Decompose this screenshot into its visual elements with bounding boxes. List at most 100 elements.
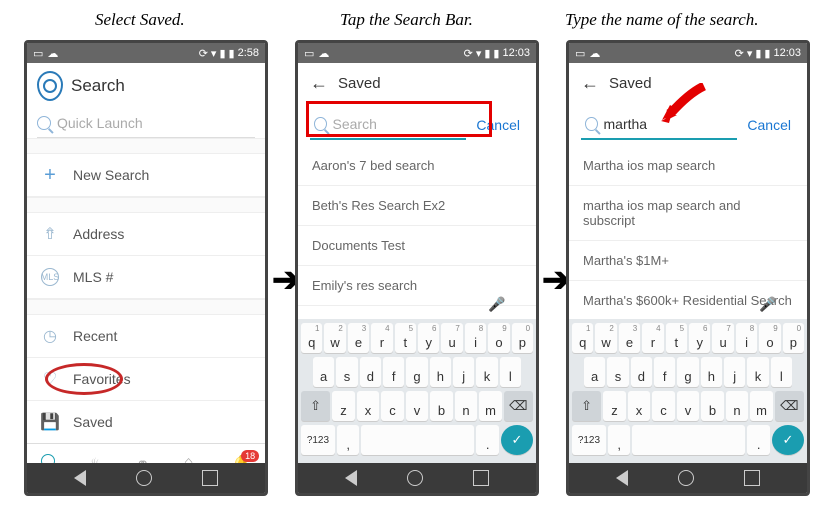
key-t[interactable]: 5t [666,323,687,353]
key-e[interactable]: 3e [348,323,369,353]
key-q[interactable]: 1q [301,323,322,353]
key-z[interactable]: z [603,391,626,421]
key-w[interactable]: 2w [595,323,616,353]
key-symbols[interactable]: ?123 [301,425,335,455]
key-k[interactable]: k [747,357,768,387]
key-h[interactable]: h [430,357,451,387]
result-item[interactable]: Martha ios map search [569,146,807,186]
key-r[interactable]: 4r [642,323,663,353]
nav-bell-icon[interactable]: 🔔18 [231,454,251,464]
key-u[interactable]: 7u [441,323,462,353]
key-m[interactable]: m [750,391,773,421]
key-c[interactable]: c [652,391,675,421]
key-e[interactable]: 3e [619,323,640,353]
key-z[interactable]: z [332,391,355,421]
result-item[interactable]: martha ios map search and subscript [569,186,807,241]
key-i[interactable]: 8i [736,323,757,353]
key-c[interactable]: c [381,391,404,421]
key-d[interactable]: d [631,357,652,387]
key-i[interactable]: 8i [465,323,486,353]
menu-favorites[interactable]: ♡ Favorites [27,358,265,401]
key-b[interactable]: b [430,391,453,421]
nav-back[interactable] [74,470,86,486]
menu-saved[interactable]: 💾 Saved [27,401,265,443]
result-item[interactable]: Aaron's 7 bed search [298,146,536,186]
mic-icon[interactable]: 🎤 [759,296,776,313]
back-arrow-icon[interactable]: ← [581,73,599,94]
key-y[interactable]: 6y [418,323,439,353]
key-l[interactable]: l [771,357,792,387]
key-t[interactable]: 5t [395,323,416,353]
nav-flame-icon[interactable]: ♨ [88,454,108,464]
key-r[interactable]: 4r [371,323,392,353]
key-y[interactable]: 6y [689,323,710,353]
nav-recent[interactable] [473,470,489,486]
key-a[interactable]: a [584,357,605,387]
nav-recent[interactable] [202,470,218,486]
key-g[interactable]: g [677,357,698,387]
key-g[interactable]: g [406,357,427,387]
key-h[interactable]: h [701,357,722,387]
result-item[interactable]: Beth's Res Search Ex2 [298,186,536,226]
key-period[interactable]: . [476,425,499,455]
nav-recent[interactable] [744,470,760,486]
key-p[interactable]: 0p [512,323,533,353]
key-p[interactable]: 0p [783,323,804,353]
nav-home[interactable] [678,470,694,486]
key-o[interactable]: 9o [759,323,780,353]
key-d[interactable]: d [360,357,381,387]
menu-new-search[interactable]: + New Search [27,154,265,197]
key-period[interactable]: . [747,425,770,455]
key-j[interactable]: j [453,357,474,387]
key-l[interactable]: l [500,357,521,387]
key-enter[interactable]: ✓ [501,425,533,455]
key-o[interactable]: 9o [488,323,509,353]
key-space[interactable] [361,425,474,455]
menu-address[interactable]: ⇮ Address [27,213,265,256]
key-b[interactable]: b [701,391,724,421]
nav-people-icon[interactable]: ⚭ [136,454,156,464]
result-item[interactable]: Documents Test [298,226,536,266]
key-v[interactable]: v [677,391,700,421]
key-k[interactable]: k [476,357,497,387]
nav-search-icon[interactable] [41,454,61,464]
key-backspace[interactable]: ⌫ [504,391,533,421]
key-symbols[interactable]: ?123 [572,425,606,455]
menu-mls[interactable]: MLS MLS # [27,256,265,299]
key-space[interactable] [632,425,745,455]
key-backspace[interactable]: ⌫ [775,391,804,421]
cancel-button[interactable]: Cancel [743,117,795,133]
quick-launch-input[interactable]: Quick Launch [37,109,255,138]
cancel-button[interactable]: Cancel [472,117,524,133]
key-j[interactable]: j [724,357,745,387]
key-q[interactable]: 1q [572,323,593,353]
search-input[interactable] [310,110,466,140]
key-w[interactable]: 2w [324,323,345,353]
key-f[interactable]: f [383,357,404,387]
result-item[interactable]: Martha's $1M+ [569,241,807,281]
key-x[interactable]: x [628,391,651,421]
menu-recent[interactable]: ◷ Recent [27,315,265,358]
key-f[interactable]: f [654,357,675,387]
search-field[interactable] [333,116,463,132]
key-x[interactable]: x [357,391,380,421]
key-u[interactable]: 7u [712,323,733,353]
nav-home-icon[interactable]: ⌂ [184,454,204,464]
key-n[interactable]: n [726,391,749,421]
key-enter[interactable]: ✓ [772,425,804,455]
key-m[interactable]: m [479,391,502,421]
back-arrow-icon[interactable]: ← [310,73,328,94]
key-a[interactable]: a [313,357,334,387]
key-s[interactable]: s [607,357,628,387]
key-comma[interactable]: , [337,425,360,455]
nav-home[interactable] [407,470,423,486]
key-v[interactable]: v [406,391,429,421]
nav-back[interactable] [345,470,357,486]
nav-back[interactable] [616,470,628,486]
key-s[interactable]: s [336,357,357,387]
key-shift[interactable]: ⇧ [301,391,330,421]
key-comma[interactable]: , [608,425,631,455]
key-n[interactable]: n [455,391,478,421]
key-shift[interactable]: ⇧ [572,391,601,421]
mic-icon[interactable]: 🎤 [488,296,505,313]
